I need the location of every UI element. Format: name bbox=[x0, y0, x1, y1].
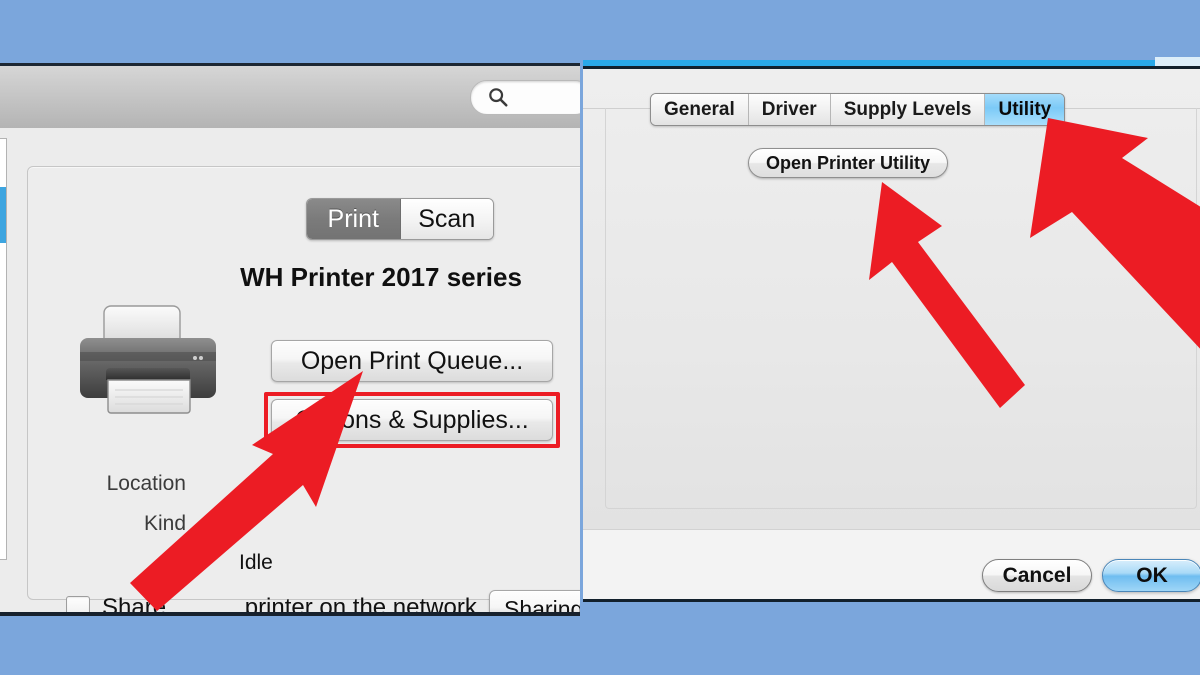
tab-general[interactable]: General bbox=[651, 94, 749, 125]
share-printer-label: Share printer on the network bbox=[102, 594, 477, 616]
search-input[interactable] bbox=[470, 80, 580, 115]
share-printer-checkbox[interactable] bbox=[66, 596, 90, 612]
screenshot-stage: Print Scan WH Printer 2017 series Open P… bbox=[0, 0, 1200, 675]
status-value: Idle bbox=[239, 551, 273, 574]
location-label: Location bbox=[106, 472, 186, 495]
options-tab-bar[interactable]: General Driver Supply Levels Utility bbox=[650, 93, 1066, 126]
cancel-button[interactable]: Cancel bbox=[982, 559, 1092, 592]
print-scan-segmented-control[interactable]: Print Scan bbox=[306, 198, 494, 240]
options-supplies-highlight bbox=[264, 392, 560, 448]
sharing-preferences-button[interactable]: Sharing bbox=[489, 590, 580, 612]
printer-icon bbox=[80, 305, 216, 414]
search-icon bbox=[489, 88, 508, 107]
kind-label: Kind bbox=[143, 512, 186, 535]
printers-scanners-window: Print Scan WH Printer 2017 series Open P… bbox=[0, 63, 580, 616]
tab-supply-levels[interactable]: Supply Levels bbox=[830, 94, 986, 125]
window-titlebar bbox=[0, 66, 580, 129]
status-label: St bbox=[166, 551, 186, 574]
tab-scan[interactable]: Scan bbox=[400, 199, 493, 239]
sheet-body: General Driver Supply Levels Utility Ope… bbox=[583, 69, 1200, 529]
tab-driver[interactable]: Driver bbox=[748, 94, 831, 125]
ok-button[interactable]: OK bbox=[1102, 559, 1200, 592]
share-label-end: printer on the network bbox=[244, 594, 477, 616]
share-label-start: Share bbox=[102, 594, 167, 616]
printer-list-item-selected[interactable] bbox=[0, 187, 6, 243]
share-printer-row[interactable]: Share printer on the network bbox=[66, 594, 477, 616]
tab-utility[interactable]: Utility bbox=[985, 94, 1065, 125]
open-printer-utility-button[interactable]: Open Printer Utility bbox=[748, 148, 948, 178]
printer-list-sidebar[interactable] bbox=[0, 138, 7, 560]
options-and-supplies-sheet: General Driver Supply Levels Utility Ope… bbox=[583, 66, 1200, 602]
printer-name-heading: WH Printer 2017 series bbox=[240, 262, 522, 292]
tab-print[interactable]: Print bbox=[307, 199, 401, 239]
open-print-queue-button[interactable]: Open Print Queue... bbox=[271, 340, 553, 382]
